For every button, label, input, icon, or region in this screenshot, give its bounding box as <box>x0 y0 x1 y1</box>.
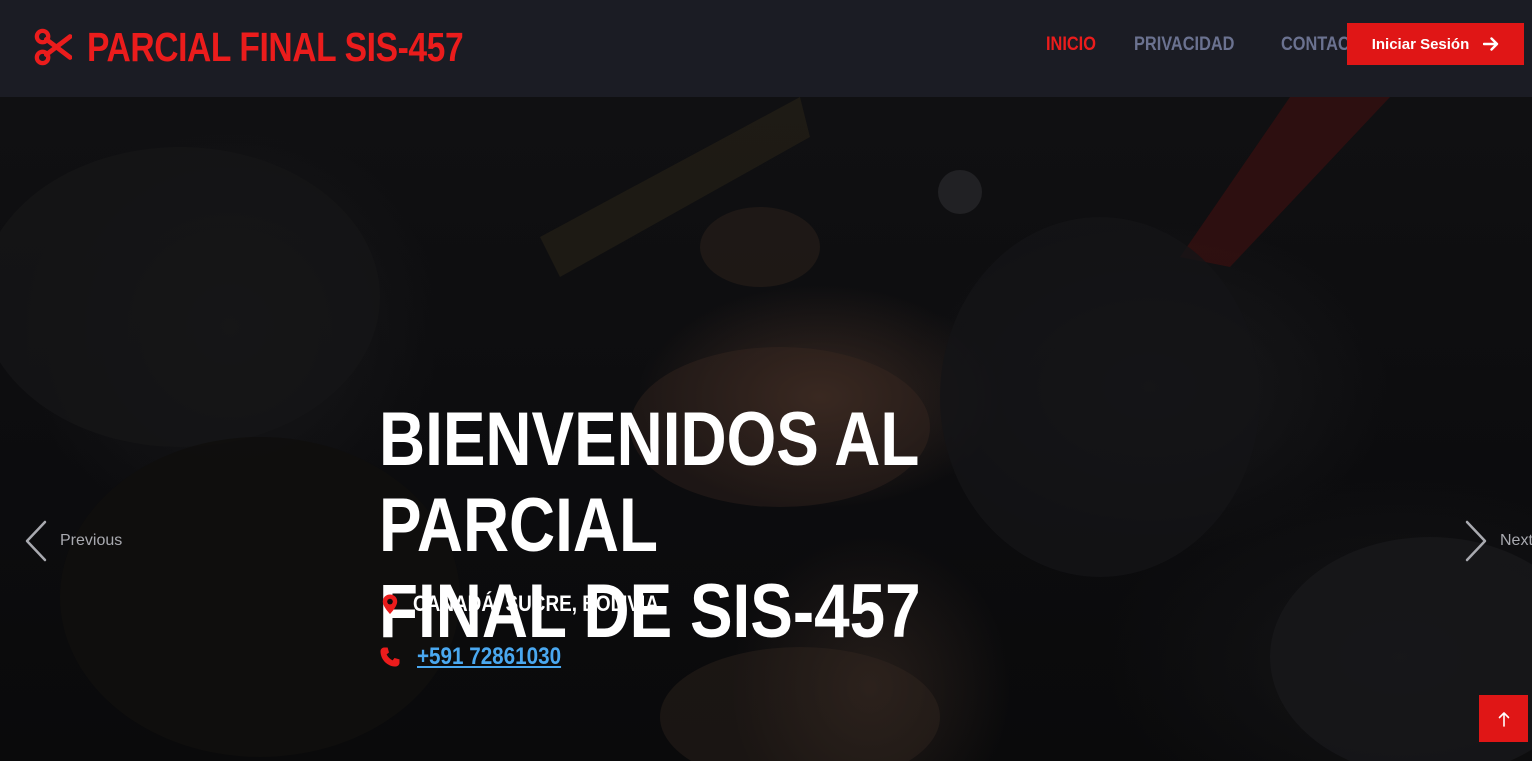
carousel-next-button[interactable]: Next <box>1464 520 1532 562</box>
chevron-left-icon <box>25 520 47 562</box>
brand-name: PARCIAL FINAL SIS-457 <box>87 23 464 70</box>
arrow-up-icon <box>1498 711 1509 727</box>
phone-link[interactable]: +591 72861030 <box>417 643 561 671</box>
login-button[interactable]: Iniciar Sesión <box>1347 23 1524 65</box>
hero-title-line-1: BIENVENIDOS AL PARCIAL <box>379 397 919 568</box>
phone-info: +591 72861030 <box>379 642 585 672</box>
carousel-previous-button[interactable]: Previous <box>24 520 122 562</box>
arrow-right-icon <box>1483 37 1499 51</box>
brand-logo-link[interactable]: PARCIAL FINAL SIS-457 <box>34 22 546 72</box>
chevron-right-icon <box>1465 520 1487 562</box>
map-pin-icon <box>382 594 398 614</box>
scissors-icon <box>34 28 72 66</box>
nav-item-inicio[interactable]: INICIO <box>1046 34 1096 56</box>
phone-icon <box>380 647 400 667</box>
navbar: PARCIAL FINAL SIS-457 INICIO PRIVACIDAD … <box>0 0 1532 97</box>
carousel-previous-label: Previous <box>60 532 123 549</box>
location-text: CANADÁ, SUCRE, BOLIVIA <box>413 591 659 616</box>
carousel-next-label: Next <box>1500 532 1532 549</box>
nav-item-privacidad[interactable]: PRIVACIDAD <box>1134 34 1234 56</box>
hero-content: BIENVENIDOS AL PARCIAL FINAL DE SIS-457 … <box>379 397 1179 670</box>
hero-carousel: BIENVENIDOS AL PARCIAL FINAL DE SIS-457 … <box>0 97 1532 761</box>
login-button-label: Iniciar Sesión <box>1371 35 1470 53</box>
back-to-top-button[interactable] <box>1479 695 1528 742</box>
location-info: CANADÁ, SUCRE, BOLIVIA <box>379 589 699 619</box>
